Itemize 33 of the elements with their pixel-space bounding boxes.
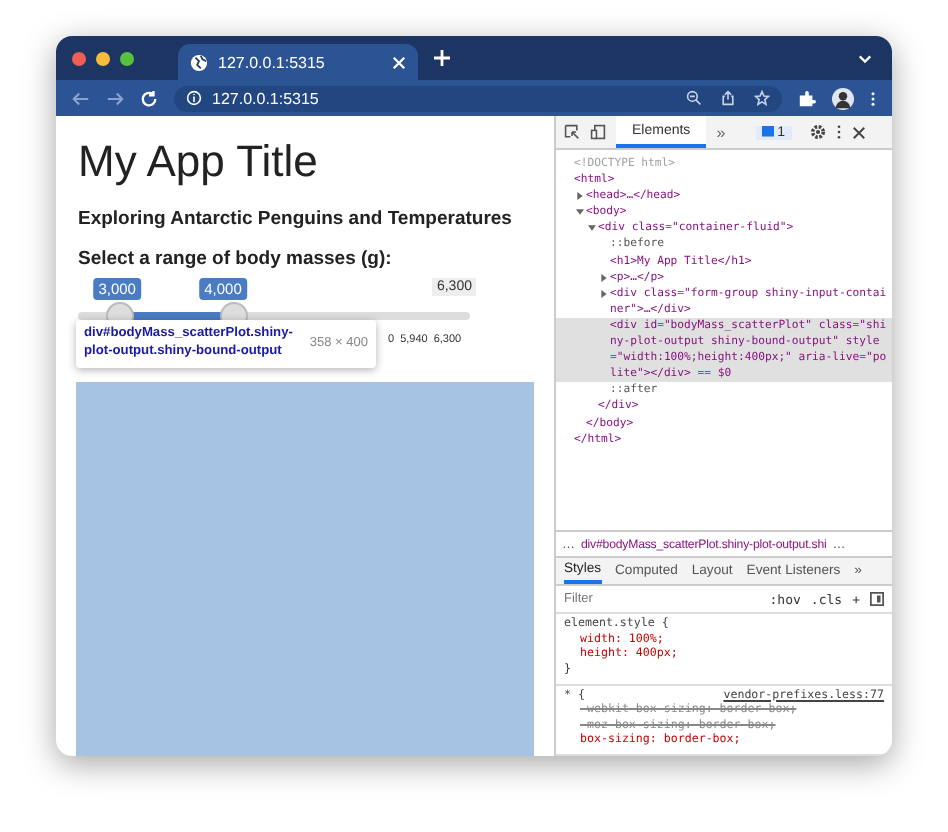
settings-icon[interactable] <box>809 124 826 140</box>
kebab-icon[interactable] <box>835 124 842 140</box>
close-window-icon[interactable] <box>72 51 86 65</box>
expanded-triangle-icon[interactable] <box>588 224 596 233</box>
subtitle: Exploring Antarctic Penguins and Temperatures <box>78 208 514 230</box>
puzzle-icon[interactable] <box>798 89 816 107</box>
menu-icon[interactable] <box>870 89 876 107</box>
page-title: My App Title <box>78 136 320 188</box>
globe-icon <box>190 53 208 71</box>
avatar-icon[interactable] <box>832 87 854 109</box>
back-icon[interactable] <box>72 89 90 107</box>
browser-tab[interactable]: 127.0.0.1:5315 <box>178 44 418 80</box>
address-field[interactable]: 127.0.0.1:5315 <box>174 85 782 111</box>
device-icon[interactable] <box>590 124 606 140</box>
more-tabs[interactable]: » <box>716 123 726 141</box>
forward-icon[interactable] <box>106 89 124 107</box>
reload-icon[interactable] <box>140 89 158 107</box>
star-icon[interactable] <box>754 90 770 106</box>
zoom-icon[interactable] <box>686 90 702 106</box>
info-icon[interactable] <box>186 90 202 106</box>
collapsed-triangle-icon[interactable] <box>600 289 608 298</box>
maximize-window-icon[interactable] <box>120 51 134 65</box>
collapsed-triangle-icon[interactable] <box>576 192 584 201</box>
minimize-window-icon[interactable] <box>96 51 110 65</box>
expanded-triangle-icon[interactable] <box>576 208 584 217</box>
slider-label: Select a range of body masses (g): <box>78 248 394 270</box>
chevron-down-icon[interactable] <box>858 53 872 63</box>
share-icon[interactable] <box>720 90 736 106</box>
new-tab-icon[interactable] <box>434 50 450 66</box>
close-icon[interactable] <box>851 125 866 139</box>
inspect-icon[interactable] <box>564 124 580 140</box>
sidebar-toggle-icon[interactable] <box>870 592 884 607</box>
collapsed-triangle-icon[interactable] <box>600 273 608 282</box>
